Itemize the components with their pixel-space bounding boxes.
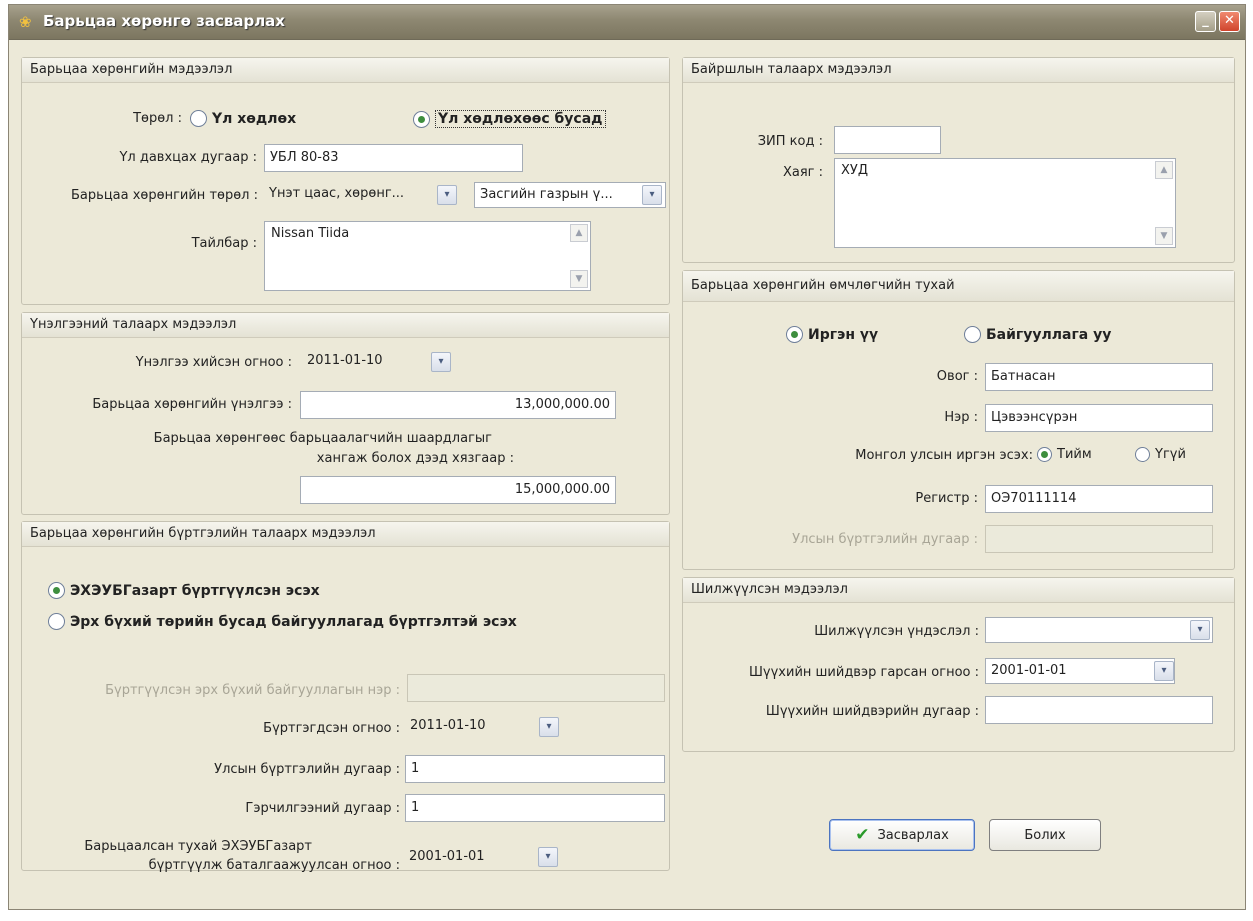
- transfer-panel: Шилжүүлсэн мэдээлэл Шилжүүлсэн үндэслэл …: [682, 577, 1235, 752]
- desc-textarea[interactable]: Nissan Tiida ▲ ▼: [264, 221, 591, 291]
- scroll-down-icon[interactable]: ▼: [570, 270, 588, 288]
- owner-option-citizen[interactable]: Иргэн үү: [786, 326, 878, 343]
- org-name-input[interactable]: [407, 674, 665, 702]
- collateral-info-panel: Барьцаа хөрөнгийн мэдээлэл Төрөл : Үл хө…: [21, 57, 670, 305]
- confirm-date-dropdown-button[interactable]: ▾: [538, 847, 558, 867]
- court-no-input[interactable]: [985, 696, 1213, 724]
- cancel-button[interactable]: Болих: [989, 819, 1101, 851]
- register-input[interactable]: ОЭ70111114: [985, 485, 1213, 513]
- asset-type-label: Барьцаа хөрөнгийн төрөл :: [71, 188, 258, 203]
- desc-label: Тайлбар :: [191, 236, 257, 251]
- valuation-header: Үнэлгээний талаарх мэдээлэл: [22, 313, 669, 338]
- cert-no-input[interactable]: 1: [405, 794, 665, 822]
- court-date-picker[interactable]: 2001-01-01: [985, 658, 1175, 684]
- register-label: Регистр :: [915, 491, 978, 506]
- location-panel: Байршлын талаарх мэдээлэл ЗИП код : Хаяг…: [682, 57, 1235, 263]
- org-name-label: Бүртгүүлсэн эрх бүхий байгууллагын нэр :: [105, 683, 400, 698]
- scroll-down-icon[interactable]: ▼: [1155, 227, 1173, 245]
- radio-ehxeub[interactable]: [48, 582, 65, 599]
- collateral-info-header: Барьцаа хөрөнгийн мэдээлэл: [22, 58, 669, 83]
- save-button[interactable]: ✔ Засварлах: [829, 819, 975, 851]
- type-label: Төрөл :: [133, 111, 182, 126]
- confirm-label-2: бүртгүүлж баталгаажуулсан огноо :: [148, 858, 400, 873]
- transfer-reason-dropdown-button[interactable]: ▾: [1190, 620, 1210, 640]
- valuation-value-input[interactable]: 13,000,000.00: [300, 391, 616, 419]
- zip-label: ЗИП код :: [757, 134, 823, 149]
- owner-option-organization[interactable]: Байгууллага уу: [964, 326, 1111, 343]
- valuation-value-label: Барьцаа хөрөнгийн үнэлгээ :: [92, 397, 292, 412]
- limit-label-2: хангаж болох дээд хязгаар :: [316, 451, 514, 466]
- asset-type-select[interactable]: Үнэт цаас, хөрөнг...: [264, 182, 460, 208]
- owner-state-no-label: Улсын бүртгэлийн дугаар :: [792, 532, 978, 547]
- name-label: Нэр :: [944, 410, 978, 425]
- scroll-up-icon[interactable]: ▲: [1155, 161, 1173, 179]
- scroll-up-icon[interactable]: ▲: [570, 224, 588, 242]
- valuation-date-dropdown-button[interactable]: ▾: [431, 352, 451, 372]
- valuation-date-picker[interactable]: 2011-01-10: [302, 349, 452, 375]
- reg-date-label: Бүртгэгдсэн огноо :: [263, 721, 400, 736]
- radio-immovable[interactable]: [190, 110, 207, 127]
- reg-option-ehxeub[interactable]: ЭХЭУБГазарт бүртгүүлсэн эсэх: [48, 582, 320, 599]
- address-label: Хаяг :: [782, 165, 823, 180]
- asset-type-dropdown-button[interactable]: ▾: [437, 185, 457, 205]
- minimize-button[interactable]: _: [1195, 11, 1216, 32]
- radio-organization[interactable]: [964, 326, 981, 343]
- registration-header: Барьцаа хөрөнгийн бүртгэлийн талаарх мэд…: [22, 522, 669, 547]
- address-textarea[interactable]: ХУД ▲ ▼: [834, 158, 1176, 248]
- window-title: Барьцаа хөрөнгө засварлах: [43, 12, 285, 30]
- desc-scrollbar[interactable]: ▲ ▼: [570, 224, 588, 288]
- citizen-yes[interactable]: Тийм: [1037, 447, 1092, 462]
- transfer-reason-select[interactable]: [985, 617, 1213, 643]
- surname-input[interactable]: Батнасан: [985, 363, 1213, 391]
- cert-no-label: Гэрчилгээний дугаар :: [245, 801, 400, 816]
- address-scrollbar[interactable]: ▲ ▼: [1155, 161, 1173, 245]
- location-header: Байршлын талаарх мэдээлэл: [683, 58, 1234, 83]
- court-date-label: Шүүхийн шийдвэр гарсан огноо :: [749, 665, 979, 680]
- court-date-dropdown-button[interactable]: ▾: [1154, 661, 1174, 681]
- owner-header: Барьцаа хөрөнгийн өмчлөгчийн тухай: [683, 271, 1234, 302]
- surname-label: Овог :: [936, 369, 978, 384]
- asset-subtype-dropdown-button[interactable]: ▾: [642, 185, 662, 205]
- confirm-label-1: Барьцаалсан тухай ЭХЭУБГазарт: [84, 839, 312, 854]
- radio-citizen[interactable]: [786, 326, 803, 343]
- transfer-reason-label: Шилжүүлсэн үндэслэл :: [814, 624, 979, 639]
- radio-other-org[interactable]: [48, 613, 65, 630]
- reg-option-other-org[interactable]: Эрх бүхий төрийн бусад байгууллагад бүрт…: [48, 613, 517, 630]
- transfer-header: Шилжүүлсэн мэдээлэл: [683, 578, 1234, 603]
- close-button[interactable]: ✕: [1219, 11, 1240, 32]
- type-option-movable[interactable]: Үл хөдлөхөөс бусад: [413, 110, 606, 128]
- title-bar[interactable]: ❀ Барьцаа хөрөнгө засварлах _ ✕: [9, 5, 1245, 40]
- plate-label: Үл давхцах дугаар :: [119, 150, 257, 165]
- court-no-label: Шүүхийн шийдвэрийн дугаар :: [765, 704, 979, 719]
- checkmark-icon: ✔: [855, 825, 870, 845]
- asset-subtype-select[interactable]: Засгийн газрын ү...: [474, 182, 666, 208]
- citizen-label: Монгол улсын иргэн эсэх:: [855, 448, 1033, 463]
- radio-citizen-no[interactable]: [1135, 447, 1150, 462]
- valuation-panel: Үнэлгээний талаарх мэдээлэл Үнэлгээ хийс…: [21, 312, 670, 515]
- name-input[interactable]: Цэвээнсүрэн: [985, 404, 1213, 432]
- app-icon: ❀: [19, 13, 32, 31]
- limit-value-input[interactable]: 15,000,000.00: [300, 476, 616, 504]
- plate-input[interactable]: УБЛ 80-83: [264, 144, 523, 172]
- radio-citizen-yes[interactable]: [1037, 447, 1052, 462]
- type-option-immovable[interactable]: Үл хөдлөх: [190, 110, 296, 127]
- edit-collateral-window: ❀ Барьцаа хөрөнгө засварлах _ ✕ Барьцаа …: [8, 4, 1246, 910]
- state-no-label: Улсын бүртгэлийн дугаар :: [214, 762, 400, 777]
- limit-label-1: Барьцаа хөрөнгөөс барьцаалагчийн шаардла…: [153, 431, 492, 446]
- state-no-input[interactable]: 1: [405, 755, 665, 783]
- owner-state-no-input[interactable]: [985, 525, 1213, 553]
- reg-date-dropdown-button[interactable]: ▾: [539, 717, 559, 737]
- citizen-no[interactable]: Үгүй: [1135, 447, 1186, 462]
- owner-panel: Барьцаа хөрөнгийн өмчлөгчийн тухай Иргэн…: [682, 270, 1235, 570]
- valuation-date-label: Үнэлгээ хийсэн огноо :: [135, 355, 292, 370]
- registration-panel: Барьцаа хөрөнгийн бүртгэлийн талаарх мэд…: [21, 521, 670, 873]
- zip-input[interactable]: [834, 126, 941, 154]
- radio-movable[interactable]: [413, 110, 430, 128]
